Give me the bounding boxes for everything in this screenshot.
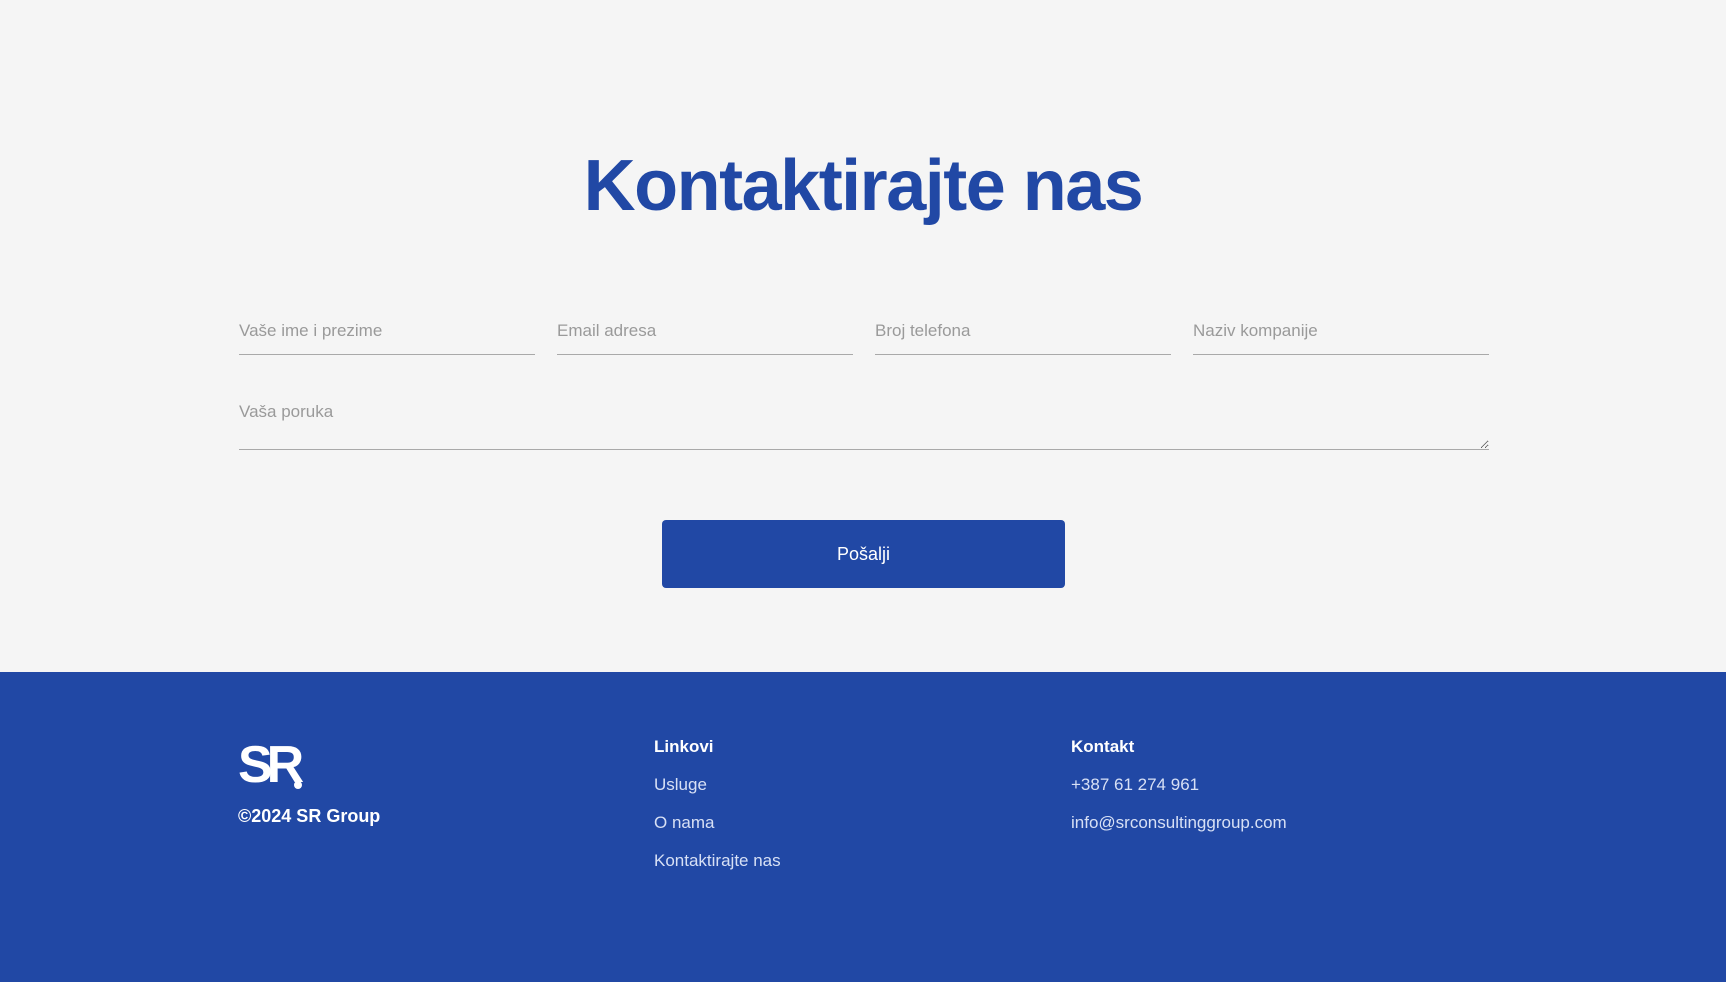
logo-dot [294, 781, 302, 789]
footer-phone-link[interactable]: +387 61 274 961 [1071, 776, 1287, 814]
links-heading: Linkovi [654, 737, 714, 756]
footer-email-link[interactable]: info@srconsultinggroup.com [1071, 814, 1287, 852]
submit-button[interactable]: Pošalji [662, 520, 1065, 588]
copyright: ©2024 SR Group [238, 806, 381, 826]
footer-link-contact[interactable]: Kontaktirajte nas [654, 852, 781, 890]
footer-contact-column: Kontakt +387 61 274 961 info@srconsultin… [1071, 738, 1287, 852]
message-field[interactable] [239, 396, 1489, 450]
footer-links-column: Linkovi Usluge O nama Kontaktirajte nas [654, 738, 781, 890]
footer-link-about[interactable]: O nama [654, 814, 781, 852]
phone-field[interactable] [875, 318, 1171, 355]
contact-section: Kontaktirajte nas Pošalji [0, 0, 1726, 672]
name-field[interactable] [239, 318, 535, 355]
footer: SR ©2024 SR Group Linkovi Usluge O nama … [0, 672, 1726, 982]
page-title: Kontaktirajte nas [583, 146, 1144, 226]
contact-heading: Kontakt [1071, 737, 1135, 756]
sr-logo[interactable]: SR [238, 736, 304, 790]
logo-text: SR [238, 736, 304, 790]
footer-link-services[interactable]: Usluge [654, 776, 781, 814]
email-field[interactable] [557, 318, 853, 355]
company-field[interactable] [1193, 318, 1489, 355]
